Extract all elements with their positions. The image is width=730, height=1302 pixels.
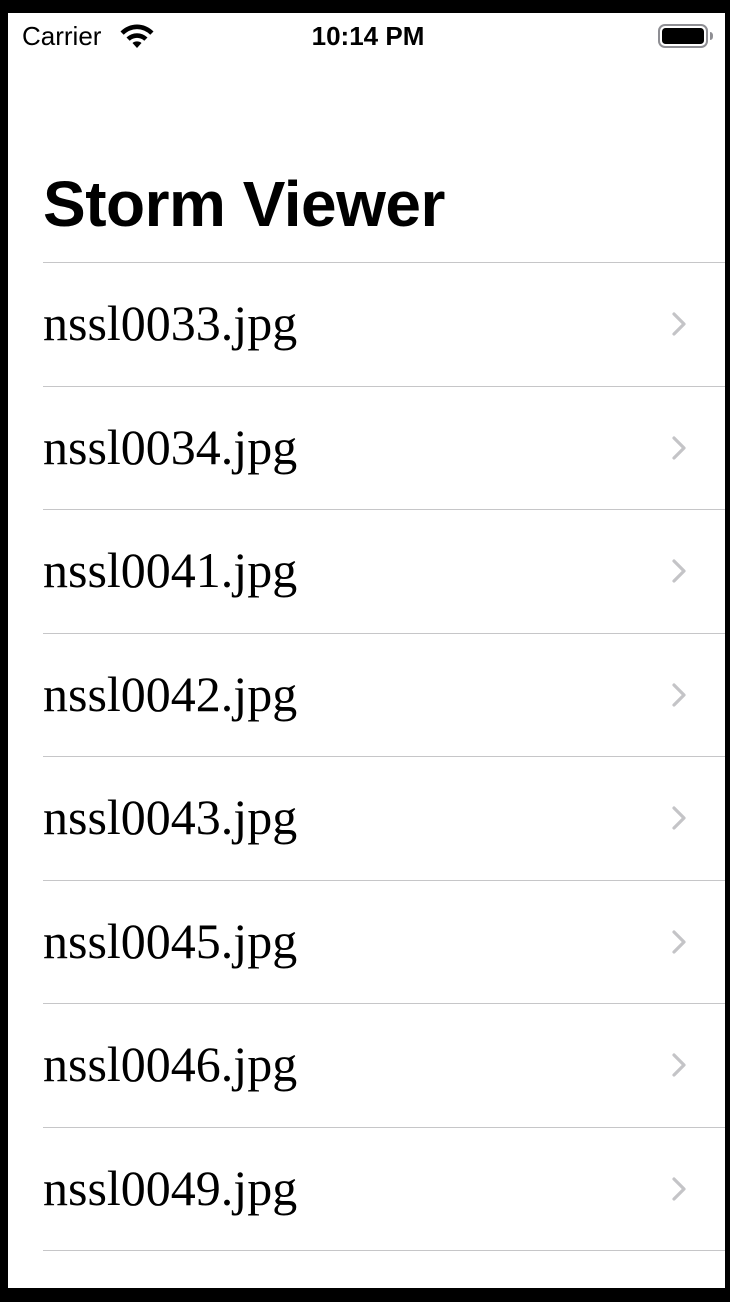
list-item-label: nssl0045.jpg (43, 912, 298, 969)
list-item[interactable]: nssl0041.jpg (43, 510, 725, 634)
list-item[interactable]: nssl0045.jpg (43, 881, 725, 1004)
chevron-right-icon (672, 1176, 686, 1201)
chevron-right-icon (672, 1053, 686, 1077)
list-item[interactable]: nssl0043.jpg (43, 757, 725, 881)
battery-icon (658, 24, 713, 48)
list-item-label: nssl0034.jpg (43, 418, 298, 475)
status-bar: Carrier 10:14 PM (8, 13, 725, 59)
chevron-right-icon (672, 929, 686, 954)
chevron-right-icon (672, 312, 686, 336)
chevron-right-icon (672, 559, 686, 583)
list-item-label: nssl0046.jpg (43, 1036, 298, 1092)
list-item[interactable]: nssl0033.jpg (43, 263, 725, 387)
list-item-label: nssl0043.jpg (43, 789, 298, 845)
list-item-label: nssl0042.jpg (43, 665, 298, 722)
list-item-label: nssl0041.jpg (43, 542, 298, 598)
chevron-right-icon (672, 435, 686, 460)
app-screen: Carrier 10:14 PM Storm Viewer nssl0033.j… (8, 13, 725, 1288)
image-list: nssl0033.jpg nssl0034.jpg nssl0041.jpg n… (43, 262, 725, 1251)
list-item[interactable]: nssl0042.jpg (43, 634, 725, 757)
page-title: Storm Viewer (43, 168, 445, 240)
list-item-label: nssl0033.jpg (43, 295, 298, 351)
chevron-right-icon (672, 806, 686, 830)
list-item[interactable]: nssl0046.jpg (43, 1004, 725, 1128)
wifi-icon (120, 24, 154, 48)
list-item[interactable]: nssl0034.jpg (43, 387, 725, 510)
status-time: 10:14 PM (311, 21, 425, 51)
chevron-right-icon (672, 682, 686, 707)
carrier-label: Carrier (22, 21, 102, 51)
list-item[interactable]: nssl0049.jpg (43, 1128, 725, 1251)
list-item-label: nssl0049.jpg (43, 1159, 298, 1216)
